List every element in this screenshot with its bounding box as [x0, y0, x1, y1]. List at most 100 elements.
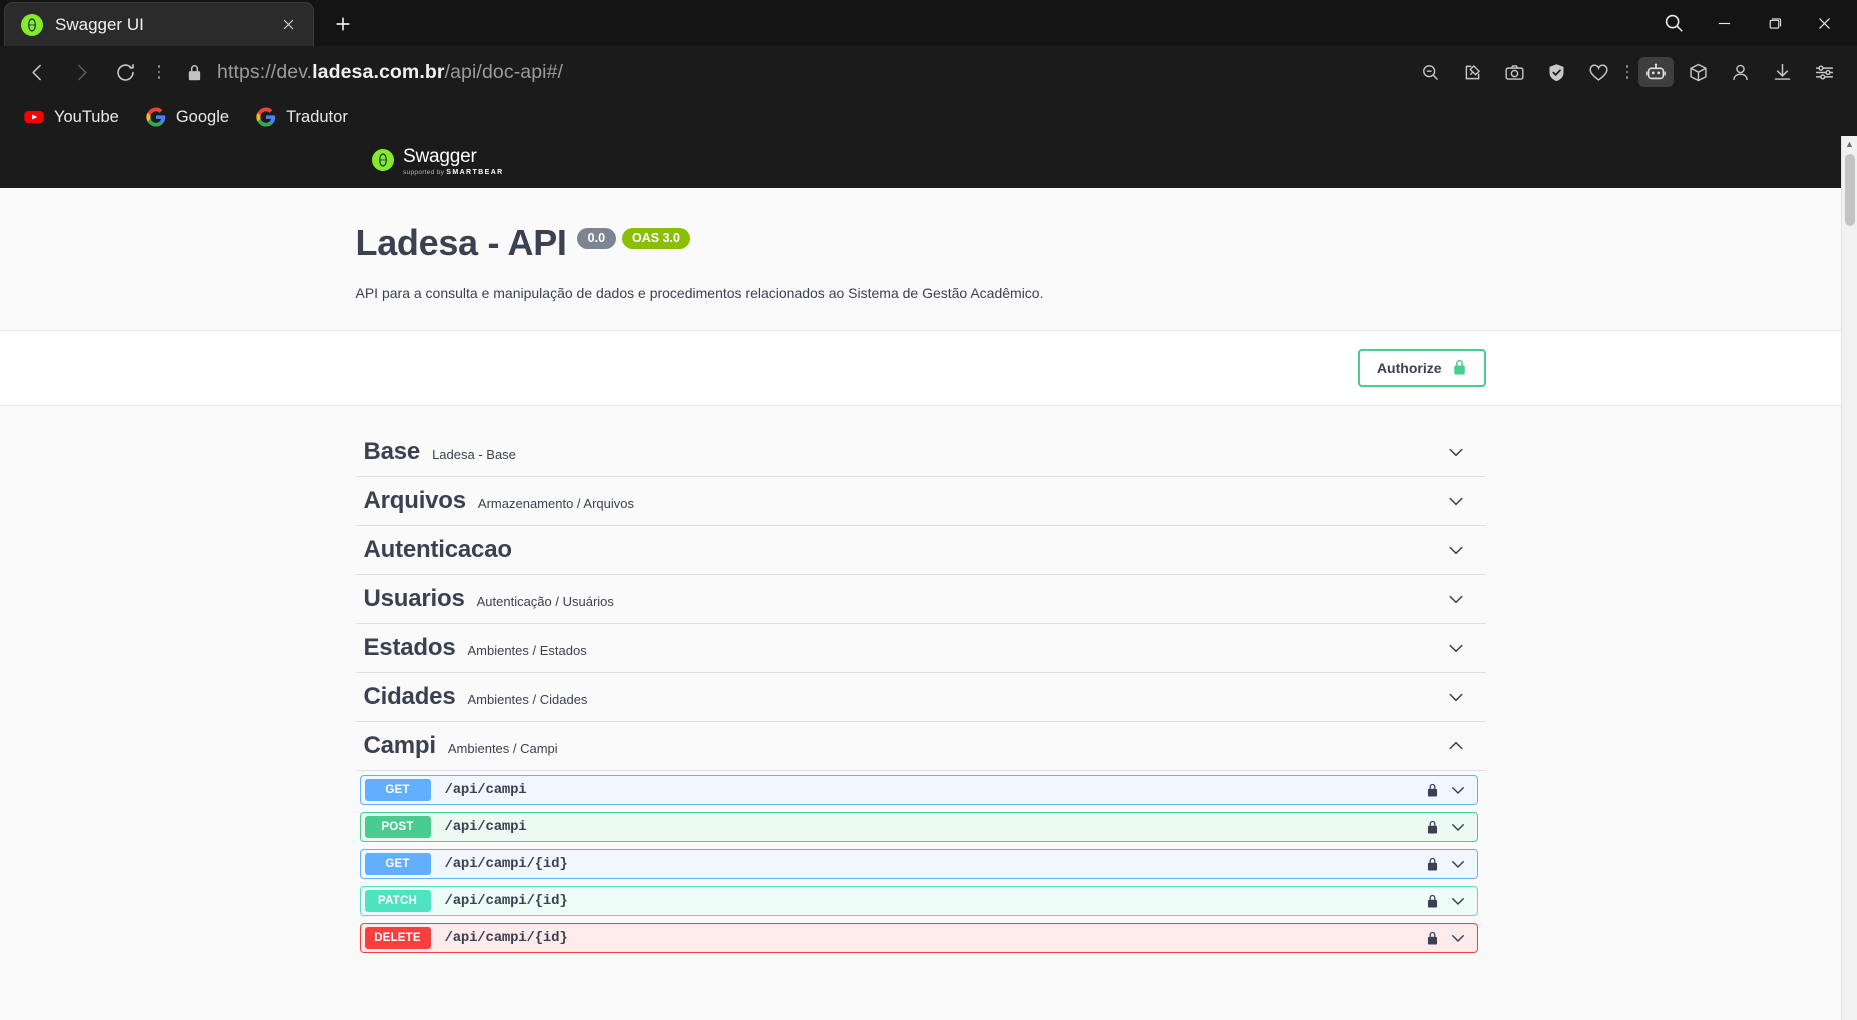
- oas-badge[interactable]: OAS 3.0: [622, 228, 690, 249]
- operation-row[interactable]: PATCH /api/campi/{id}: [359, 885, 1478, 916]
- tab-strip: Swagger UI: [0, 0, 1857, 46]
- operations-area: Base Ladesa - Base Arquivos Armazenament…: [0, 405, 1841, 953]
- operation-path: /api/campi/{id}: [444, 855, 568, 872]
- tag-header-campi[interactable]: Campi Ambientes / Campi: [355, 722, 1486, 771]
- chevron-down-icon[interactable]: [1449, 818, 1467, 836]
- navigation-bar: https://dev.ladesa.com.br/api/doc-api#/: [0, 46, 1857, 98]
- operation-row[interactable]: DELETE /api/campi/{id}: [359, 922, 1478, 953]
- new-tab-button[interactable]: [324, 5, 362, 43]
- tag-header-usuarios[interactable]: Usuarios Autenticação / Usuários: [355, 575, 1486, 624]
- authorize-button[interactable]: Authorize: [1357, 348, 1486, 387]
- scroll-up-arrow-icon[interactable]: ▲: [1842, 136, 1857, 152]
- heart-icon[interactable]: [1579, 53, 1617, 91]
- operation-method: GET: [364, 778, 431, 801]
- chevron-down-icon[interactable]: [1449, 892, 1467, 910]
- swagger-ui-page: Swagger supported by SMARTBEAR Ladesa - …: [0, 136, 1841, 1020]
- operation-path: /api/campi/{id}: [444, 892, 568, 909]
- padlock-icon[interactable]: [1426, 930, 1439, 946]
- shield-check-icon[interactable]: [1537, 53, 1575, 91]
- chevron-up-icon[interactable]: [1446, 736, 1466, 756]
- tag-section-autenticacao: Autenticacao: [355, 526, 1486, 575]
- scrollbar-thumb[interactable]: [1845, 154, 1855, 226]
- bookmark-youtube[interactable]: YouTube: [14, 102, 128, 132]
- tag-description: Autenticação / Usuários: [476, 593, 614, 609]
- reload-icon[interactable]: [104, 51, 146, 93]
- address-bar[interactable]: https://dev.ladesa.com.br/api/doc-api#/: [172, 51, 1399, 93]
- chevron-down-icon[interactable]: [1446, 589, 1466, 609]
- api-info-block: Ladesa - API 0.0 OAS 3.0 API para a cons…: [0, 188, 1841, 330]
- url-text: https://dev.ladesa.com.br/api/doc-api#/: [217, 61, 563, 84]
- swagger-logo-icon: [372, 149, 394, 172]
- tag-name: Base: [363, 437, 421, 465]
- api-title-text: Ladesa - API: [355, 222, 567, 263]
- api-description: API para a consulta e manipulação de dad…: [355, 284, 1044, 301]
- tag-header-autenticacao[interactable]: Autenticacao: [355, 526, 1486, 575]
- operation-method: POST: [364, 815, 431, 838]
- bookmark-tradutor[interactable]: Tradutor: [246, 102, 357, 132]
- tag-header-base[interactable]: Base Ladesa - Base: [355, 428, 1486, 477]
- tag-header-estados[interactable]: Estados Ambientes / Estados: [355, 624, 1486, 673]
- tag-header-arquivos[interactable]: Arquivos Armazenamento / Arquivos: [355, 477, 1486, 526]
- edit-pin-icon[interactable]: [1453, 53, 1491, 91]
- padlock-icon[interactable]: [1426, 819, 1439, 835]
- google-icon: [145, 106, 167, 128]
- settings-sliders-icon[interactable]: [1805, 53, 1843, 91]
- page-scrollbar[interactable]: ▲: [1841, 136, 1857, 1020]
- browser-tab-swagger-ui[interactable]: Swagger UI: [4, 2, 314, 46]
- swagger-logo[interactable]: Swagger supported by SMARTBEAR: [372, 147, 504, 177]
- chevron-down-icon[interactable]: [1446, 540, 1466, 560]
- window-close-button[interactable]: [1801, 4, 1847, 42]
- tag-section-arquivos: Arquivos Armazenamento / Arquivos: [355, 477, 1486, 526]
- browser-window: Swagger UI https://dev.ladesa.com.br/api…: [0, 0, 1857, 1020]
- robot-icon[interactable]: [1637, 53, 1675, 91]
- bookmark-google[interactable]: Google: [136, 102, 238, 132]
- back-arrow-icon[interactable]: [16, 51, 58, 93]
- swagger-supported-by: supported by SMARTBEAR: [403, 169, 504, 177]
- url-prefix: https://dev.: [217, 60, 313, 83]
- url-domain: ladesa.com.br: [312, 60, 445, 83]
- tag-description: Ambientes / Estados: [467, 642, 587, 658]
- padlock-icon: [186, 62, 203, 83]
- chevron-down-icon[interactable]: [1446, 687, 1466, 707]
- url-suffix: /api/doc-api#/: [444, 60, 564, 83]
- operation-row[interactable]: POST /api/campi: [359, 811, 1478, 842]
- operation-path: /api/campi: [444, 781, 527, 798]
- window-search-button[interactable]: [1651, 4, 1697, 42]
- forward-arrow-icon[interactable]: [60, 51, 102, 93]
- tag-header-cidades[interactable]: Cidades Ambientes / Cidades: [355, 673, 1486, 722]
- vertical-dots-icon[interactable]: [1621, 53, 1633, 91]
- window-minimize-button[interactable]: [1701, 4, 1747, 42]
- operation-path: /api/campi/{id}: [444, 929, 568, 946]
- padlock-icon[interactable]: [1426, 782, 1439, 798]
- padlock-icon[interactable]: [1426, 893, 1439, 909]
- padlock-icon[interactable]: [1426, 856, 1439, 872]
- chevron-down-icon[interactable]: [1449, 855, 1467, 873]
- chevron-down-icon[interactable]: [1446, 491, 1466, 511]
- tag-section-usuarios: Usuarios Autenticação / Usuários: [355, 575, 1486, 624]
- chevron-down-icon[interactable]: [1449, 781, 1467, 799]
- camera-icon[interactable]: [1495, 53, 1533, 91]
- chevron-down-icon[interactable]: [1449, 929, 1467, 947]
- cube-icon[interactable]: [1679, 53, 1717, 91]
- padlock-icon: [1452, 358, 1467, 378]
- operation-row[interactable]: GET /api/campi/{id}: [359, 848, 1478, 879]
- authorize-bar: Authorize: [0, 329, 1841, 406]
- page-title: Ladesa - API 0.0 OAS 3.0: [356, 224, 1486, 262]
- authorize-label: Authorize: [1376, 359, 1442, 376]
- tab-close-icon[interactable]: [275, 12, 301, 38]
- profile-icon[interactable]: [1721, 53, 1759, 91]
- window-controls: [1651, 4, 1857, 42]
- window-maximize-button[interactable]: [1751, 4, 1797, 42]
- chevron-down-icon[interactable]: [1446, 638, 1466, 658]
- swagger-favicon-icon: [21, 13, 43, 36]
- tag-description: Ladesa - Base: [432, 446, 516, 462]
- bookmarks-bar: YouTube Google Tradutor: [0, 98, 1857, 136]
- tag-description: Ambientes / Campi: [447, 740, 558, 756]
- download-icon[interactable]: [1763, 53, 1801, 91]
- tag-section-estados: Estados Ambientes / Estados: [355, 624, 1486, 673]
- operation-row[interactable]: GET /api/campi: [359, 774, 1478, 805]
- zoom-out-icon[interactable]: [1411, 53, 1449, 91]
- vertical-dots-icon[interactable]: [148, 51, 170, 93]
- chevron-down-icon[interactable]: [1446, 442, 1466, 462]
- swagger-wordmark-text: Swagger: [403, 146, 477, 168]
